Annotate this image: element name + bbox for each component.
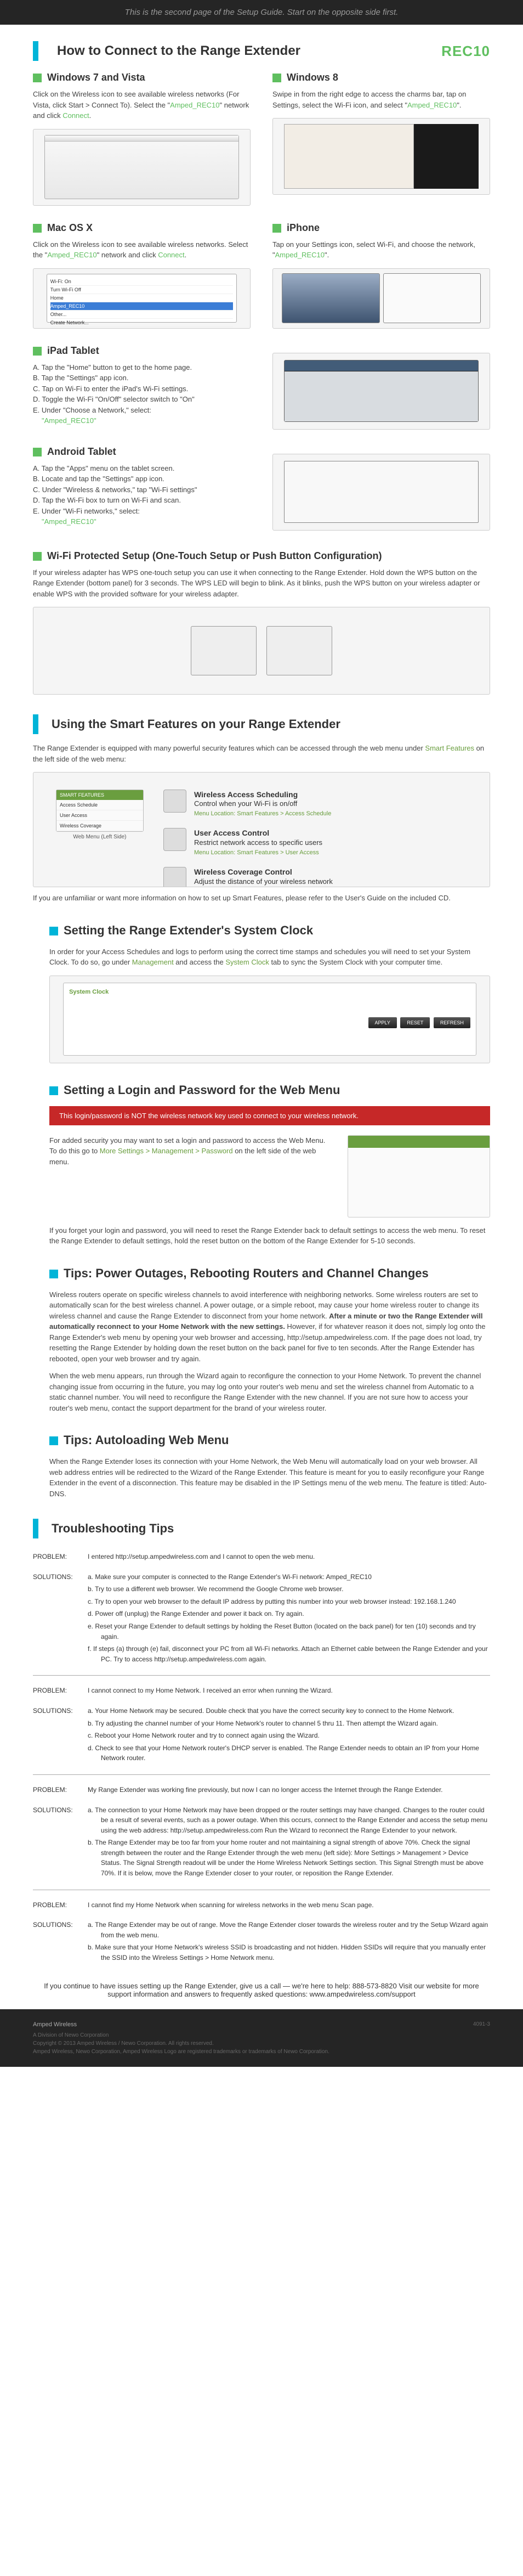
problem-2: I cannot connect to my Home Network. I r…	[88, 1686, 490, 1696]
apply-button: APPLY	[368, 1017, 397, 1028]
problem-4: I cannot find my Home Network when scann…	[88, 1900, 490, 1910]
win7-screenshot	[33, 129, 251, 206]
model-number: REC10	[441, 43, 490, 60]
wps-body: If your wireless adapter has WPS one-tou…	[33, 567, 490, 600]
coverage-icon	[163, 867, 186, 887]
bullet-icon	[272, 74, 281, 82]
reset-button: RESET	[400, 1017, 430, 1028]
android-screenshot	[272, 454, 490, 531]
footer-brand: Amped Wireless	[33, 2020, 490, 2030]
win7-body: Click on the Wireless icon to see availa…	[33, 89, 251, 121]
warning-banner: This login/password is NOT the wireless …	[49, 1106, 490, 1125]
problem-label: PROBLEM:	[33, 1785, 88, 1795]
doc-code: 4091-3	[473, 2020, 490, 2028]
page-title: How to Connect to the Range Extender	[57, 43, 300, 59]
iphone-body: Tap on your Settings icon, select Wi-Fi,…	[272, 239, 490, 261]
mac-heading: Mac OS X	[47, 222, 93, 233]
mac-body: Click on the Wireless icon to see availa…	[33, 239, 251, 261]
smart-outro: If you are unfamiliar or want more infor…	[33, 893, 490, 904]
ipad-heading: iPad Tablet	[47, 345, 99, 356]
iphone-screenshot	[272, 268, 490, 329]
wps-heading: Wi-Fi Protected Setup (One-Touch Setup o…	[47, 550, 382, 561]
win8-heading: Windows 8	[287, 72, 338, 83]
footer: 4091-3 Amped Wireless A Division of Newo…	[0, 2009, 523, 2067]
bullet-icon	[33, 552, 42, 561]
bullet-icon	[33, 224, 42, 233]
bullet-icon	[49, 1086, 58, 1095]
bullet-icon	[49, 927, 58, 935]
wps-diagram	[33, 607, 490, 695]
solutions-2: a. Your Home Network may be secured. Dou…	[88, 1706, 490, 1766]
tips-power-body2: When the web menu appears, run through t…	[49, 1371, 490, 1413]
login-body: For added security you may want to set a…	[49, 1135, 331, 1168]
solutions-3: a. The connection to your Home Network m…	[88, 1805, 490, 1881]
troubleshooting-heading: Troubleshooting Tips	[52, 1521, 174, 1536]
problem-label: PROBLEM:	[33, 1900, 88, 1910]
win8-body: Swipe in from the right edge to access t…	[272, 89, 490, 110]
clock-heading: Setting the Range Extender's System Cloc…	[64, 923, 313, 937]
support-footnote: If you continue to have issues setting u…	[33, 1982, 490, 2009]
section-bar-icon	[33, 714, 38, 734]
login-reset-body: If you forget your login and password, y…	[49, 1225, 490, 1247]
smart-features-diagram: SMART FEATURES Access Schedule User Acce…	[33, 772, 490, 887]
clock-body: In order for your Access Schedules and l…	[49, 946, 490, 968]
bullet-icon	[272, 224, 281, 233]
android-body: A. Tap the "Apps" menu on the tablet scr…	[33, 463, 251, 527]
win7-heading: Windows 7 and Vista	[47, 72, 145, 83]
bullet-icon	[33, 448, 42, 456]
schedule-icon	[163, 790, 186, 813]
password-screenshot	[348, 1135, 490, 1217]
bullet-icon	[49, 1436, 58, 1445]
problem-1: I entered http://setup.ampedwireless.com…	[88, 1552, 490, 1562]
smart-intro: The Range Extender is equipped with many…	[33, 743, 490, 764]
login-heading: Setting a Login and Password for the Web…	[64, 1083, 340, 1097]
mac-screenshot: Wi-Fi: On Turn Wi-Fi Off Home Amped_REC1…	[33, 268, 251, 329]
problem-label: PROBLEM:	[33, 1552, 88, 1562]
user-icon	[163, 828, 186, 851]
tips-power-body1: Wireless routers operate on specific wir…	[49, 1289, 490, 1365]
smart-menu-preview: SMART FEATURES Access Schedule User Acce…	[56, 790, 144, 832]
tips-auto-heading: Tips: Autoloading Web Menu	[64, 1433, 229, 1447]
solutions-label: SOLUTIONS:	[33, 1706, 88, 1766]
title-bar-icon	[33, 41, 38, 61]
tips-power-heading: Tips: Power Outages, Rebooting Routers a…	[64, 1266, 429, 1280]
smart-heading: Using the Smart Features on your Range E…	[52, 717, 340, 731]
solutions-label: SOLUTIONS:	[33, 1572, 88, 1667]
bullet-icon	[49, 1270, 58, 1278]
bullet-icon	[33, 74, 42, 82]
bullet-icon	[33, 347, 42, 356]
android-heading: Android Tablet	[47, 446, 116, 457]
solutions-4: a. The Range Extender may be out of rang…	[88, 1920, 490, 1965]
problem-label: PROBLEM:	[33, 1686, 88, 1696]
solutions-label: SOLUTIONS:	[33, 1805, 88, 1881]
solutions-1: a. Make sure your computer is connected …	[88, 1572, 490, 1667]
clock-screenshot: System Clock APPLY RESET REFRESH	[49, 976, 490, 1063]
iphone-heading: iPhone	[287, 222, 320, 233]
ipad-screenshot	[272, 353, 490, 430]
tips-auto-body: When the Range Extender loses its connec…	[49, 1456, 490, 1499]
win8-screenshot	[272, 118, 490, 195]
solutions-label: SOLUTIONS:	[33, 1920, 88, 1965]
section-bar-icon	[33, 1519, 38, 1538]
problem-3: My Range Extender was working fine previ…	[88, 1785, 490, 1795]
ipad-body: A. Tap the "Home" button to get to the h…	[33, 362, 251, 426]
top-banner: This is the second page of the Setup Gui…	[0, 0, 523, 25]
refresh-button: REFRESH	[434, 1017, 470, 1028]
